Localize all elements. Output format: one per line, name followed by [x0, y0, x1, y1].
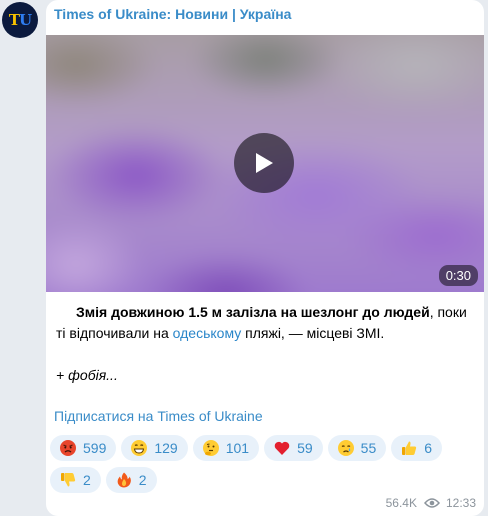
message-meta: 56.4K 12:33: [386, 496, 476, 510]
post-bold-text: Змія довжиною 1.5 м залізла на шезлонг д…: [76, 304, 430, 320]
avatar-letter-t: T: [8, 11, 20, 29]
odesa-link[interactable]: одеському: [173, 325, 242, 341]
fire-icon: [115, 471, 133, 489]
reaction-heart[interactable]: 59: [264, 435, 323, 461]
reaction-count: 2: [138, 472, 147, 488]
message-time: 12:33: [445, 496, 476, 510]
thinking-face-icon: [202, 439, 220, 457]
avatar-letter-u: U: [19, 11, 32, 29]
reaction-crying[interactable]: 55: [327, 435, 387, 461]
reaction-count: 55: [360, 440, 377, 456]
reaction-grinning[interactable]: 129: [121, 435, 188, 461]
reaction-fire[interactable]: 2: [105, 467, 157, 493]
red-heart-icon: [273, 439, 291, 457]
crying-face-icon: [337, 439, 355, 457]
thumbs-down-icon: [59, 471, 77, 489]
reaction-count: 6: [424, 440, 433, 456]
play-icon: [256, 153, 273, 173]
reaction-angry[interactable]: 599: [50, 435, 117, 461]
reaction-thumbs-down[interactable]: 2: [50, 467, 101, 493]
reaction-thinking[interactable]: 101: [192, 435, 260, 461]
video-duration: 0:30: [438, 265, 478, 286]
grinning-face-icon: [130, 439, 148, 457]
channel-name[interactable]: Times of Ukraine: Новини | Україна: [54, 6, 291, 22]
reaction-thumbs-up[interactable]: 6: [391, 435, 443, 461]
eye-icon: [423, 497, 440, 509]
angry-face-icon: [59, 439, 77, 457]
subscribe-link[interactable]: Підписатися на Times of Ukraine: [54, 408, 263, 424]
reaction-count: 129: [154, 440, 178, 456]
play-button[interactable]: [234, 133, 294, 193]
reaction-count: 59: [297, 440, 313, 456]
thumbs-up-icon: [400, 439, 418, 457]
post-text-part-2: пляжі, — місцеві ЗМІ.: [241, 325, 385, 341]
reaction-count: 599: [83, 440, 107, 456]
reactions-bar: 599 129 101 59 55 6 2 2: [50, 435, 470, 493]
reaction-count: 101: [225, 440, 250, 456]
channel-avatar[interactable]: TU: [2, 2, 38, 38]
post-italic-line: + фобія...: [56, 367, 118, 383]
message-bubble: Times of Ukraine: Новини | Україна 0:30 …: [46, 0, 484, 516]
post-text: Змія довжиною 1.5 м залізла на шезлонг д…: [56, 302, 476, 386]
video-preview[interactable]: 0:30: [46, 35, 484, 292]
reaction-count: 2: [83, 472, 91, 488]
views-count: 56.4K: [385, 496, 417, 510]
